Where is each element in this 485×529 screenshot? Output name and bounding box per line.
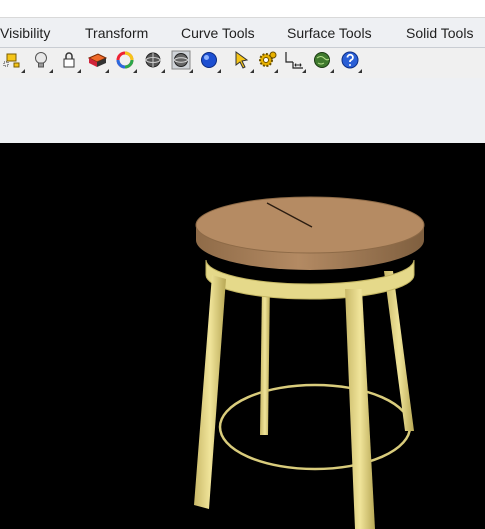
- stool-leg-back-left: [260, 283, 270, 435]
- title-strip: [0, 0, 485, 18]
- dimension-icon[interactable]: [283, 48, 309, 76]
- lightbulb-icon[interactable]: [30, 48, 56, 76]
- blue-sphere-icon[interactable]: [198, 48, 224, 76]
- shaded-sphere-icon[interactable]: [142, 48, 168, 76]
- tab-visibility[interactable]: Visibility: [0, 25, 50, 41]
- help-icon[interactable]: [339, 48, 365, 76]
- globe-icon[interactable]: [311, 48, 337, 76]
- lock-icon[interactable]: [58, 48, 84, 76]
- render-sphere-icon[interactable]: [170, 48, 196, 76]
- stool-leg-front-center: [345, 289, 375, 529]
- show-objects-icon[interactable]: [2, 48, 28, 76]
- ribbon-panel: [0, 78, 485, 143]
- tab-transform[interactable]: Transform: [85, 25, 148, 41]
- ribbon-tab-bar: Visibility Transform Curve Tools Surface…: [0, 18, 485, 48]
- tab-surface-tools[interactable]: Surface Tools: [287, 25, 372, 41]
- tab-solid-tools[interactable]: Solid Tools: [406, 25, 473, 41]
- color-wheel-icon[interactable]: [114, 48, 140, 76]
- foot-ring: [218, 383, 412, 471]
- 3d-viewport[interactable]: [0, 143, 485, 529]
- seat-top: [195, 196, 425, 254]
- stool-model: [194, 196, 425, 529]
- stool-leg-front-left: [194, 275, 226, 509]
- settings-gear-icon[interactable]: [255, 48, 281, 76]
- tab-curve-tools[interactable]: Curve Tools: [181, 25, 255, 41]
- snap-arrow-icon[interactable]: [231, 48, 257, 76]
- toolbar-icons: [0, 48, 485, 78]
- layer-swatch-icon[interactable]: [86, 48, 112, 76]
